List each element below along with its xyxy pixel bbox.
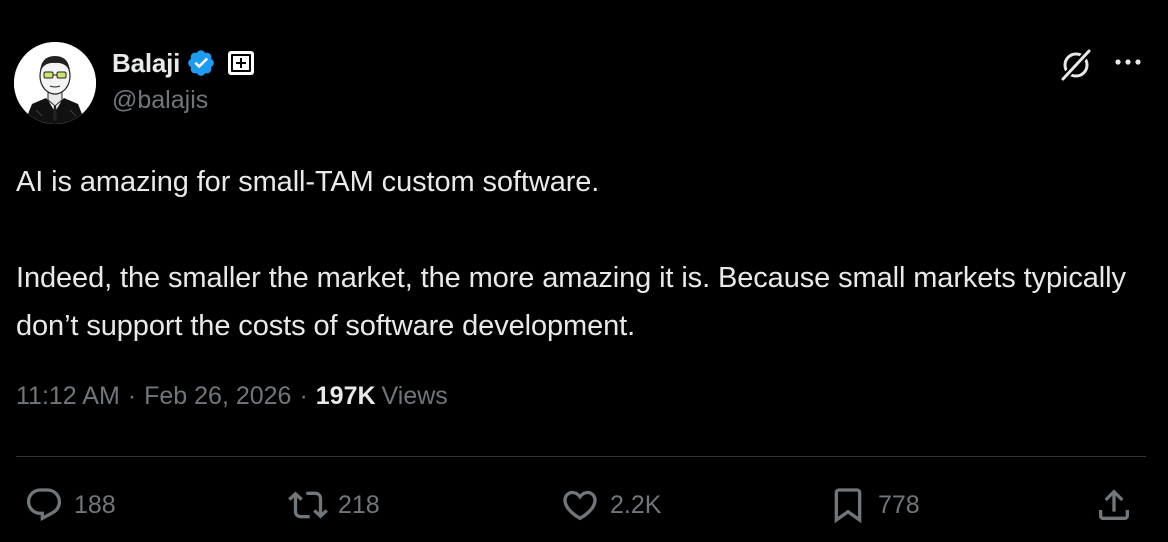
tweet-meta: 11:12 AM · Feb 26, 2026 · 197K Views: [16, 382, 448, 411]
avatar[interactable]: [14, 42, 96, 124]
like-count: 2.2K: [610, 490, 662, 519]
like-button[interactable]: 2.2K: [560, 482, 661, 528]
reply-button[interactable]: 188: [24, 482, 116, 528]
author-handle[interactable]: @balajis: [112, 86, 208, 115]
reply-icon: [26, 488, 62, 522]
author-name-row: Balaji: [112, 46, 256, 80]
heart-icon: [563, 490, 597, 521]
repost-count: 218: [338, 490, 380, 519]
action-bar: 188 218 2.2K 778: [0, 482, 1168, 532]
tweet-paragraph-2: Indeed, the smaller the market, the more…: [16, 262, 1134, 342]
share-button[interactable]: [1094, 482, 1134, 528]
bookmark-button[interactable]: 778: [828, 482, 920, 528]
divider: [16, 456, 1146, 457]
bookmark-icon: [834, 488, 862, 524]
tweet-text: AI is amazing for small-TAM custom softw…: [16, 158, 1136, 350]
author-display-name[interactable]: Balaji: [112, 48, 180, 79]
reply-count: 188: [74, 490, 116, 519]
repost-icon: [288, 491, 328, 519]
avatar-illustration: [14, 42, 96, 124]
share-icon: [1099, 489, 1129, 520]
bookmark-count: 778: [878, 490, 920, 519]
more-icon[interactable]: [1110, 48, 1146, 76]
tweet-paragraph-1: AI is amazing for small-TAM custom softw…: [16, 166, 600, 198]
affiliate-badge-icon[interactable]: [226, 48, 256, 78]
tweet-detail: Balaji @balajis AI is amazing for small-…: [0, 0, 1168, 542]
repost-button[interactable]: 218: [288, 482, 380, 528]
meta-separator: ·: [299, 382, 308, 410]
tweet-time[interactable]: 11:12 AM: [16, 382, 120, 411]
views-count[interactable]: 197K: [316, 382, 376, 411]
verified-badge-icon[interactable]: [186, 48, 216, 78]
meta-separator: ·: [127, 382, 137, 410]
views-label[interactable]: Views: [382, 382, 448, 411]
tweet-date[interactable]: Feb 26, 2026: [144, 382, 291, 411]
grok-icon[interactable]: [1056, 44, 1096, 84]
